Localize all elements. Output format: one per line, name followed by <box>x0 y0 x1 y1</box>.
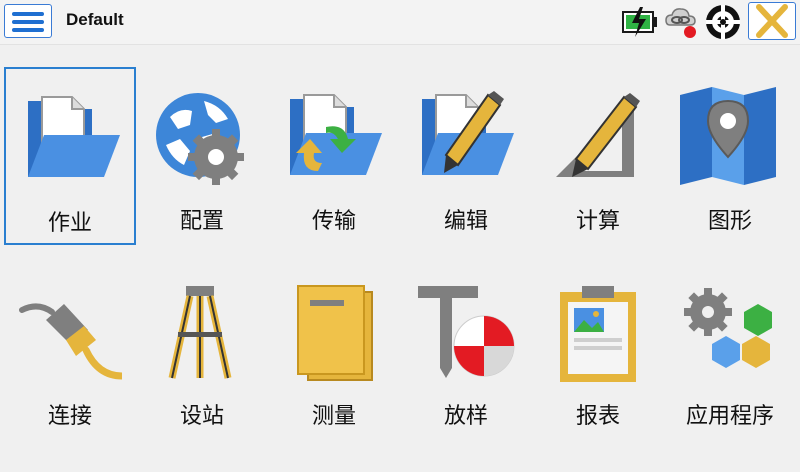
stakeout-target-icon <box>418 286 515 378</box>
close-icon <box>756 4 788 38</box>
cloud-link-icon <box>665 8 696 38</box>
tile-map[interactable]: 图形 <box>664 67 796 245</box>
page-title: Default <box>66 10 124 29</box>
tile-configuration[interactable]: 配置 <box>136 67 268 245</box>
cable-icon <box>19 303 122 380</box>
tile-station-setup[interactable]: 设站 <box>136 262 268 440</box>
tile-measure[interactable]: 测量 <box>268 262 400 440</box>
tile-label: 图形 <box>707 209 752 234</box>
apps-gear-icon <box>684 288 772 368</box>
globe-gear-icon <box>156 93 244 185</box>
map-pin-icon <box>680 87 776 185</box>
tile-report[interactable]: 报表 <box>532 262 664 440</box>
tile-label: 计算 <box>575 209 620 234</box>
folder-transfer-icon <box>290 94 382 175</box>
tile-applications[interactable]: 应用程序 <box>664 262 796 440</box>
tile-connect[interactable]: 连接 <box>4 262 136 440</box>
gnss-status-icon <box>706 5 740 39</box>
tile-label: 设站 <box>179 404 224 429</box>
battery-charging-icon <box>622 7 657 37</box>
tile-edit[interactable]: 编辑 <box>400 67 532 245</box>
tile-label: 配置 <box>179 209 224 234</box>
folder-pencil-icon <box>422 91 514 175</box>
close-button[interactable] <box>748 2 796 40</box>
tile-label: 应用程序 <box>685 404 774 429</box>
tile-label: 放样 <box>443 404 488 429</box>
tile-calculate[interactable]: 计算 <box>532 67 664 245</box>
book-icon <box>297 285 373 381</box>
title-bar: Default <box>0 0 800 45</box>
tile-label: 报表 <box>575 404 620 429</box>
tile-transfer[interactable]: 传输 <box>268 67 400 245</box>
clipboard-report-icon <box>560 286 636 382</box>
tile-label: 连接 <box>47 404 92 429</box>
tile-stakeout[interactable]: 放样 <box>400 262 532 440</box>
tripod-icon <box>168 286 232 379</box>
hamburger-menu-icon[interactable] <box>4 4 52 38</box>
tile-label: 编辑 <box>443 209 488 234</box>
tile-label: 传输 <box>311 209 356 234</box>
open-folder-icon <box>28 96 120 177</box>
tile-job[interactable]: 作业 <box>4 67 136 245</box>
triangle-pencil-icon <box>556 93 640 177</box>
tile-label: 测量 <box>311 404 356 429</box>
tile-label: 作业 <box>47 211 92 236</box>
